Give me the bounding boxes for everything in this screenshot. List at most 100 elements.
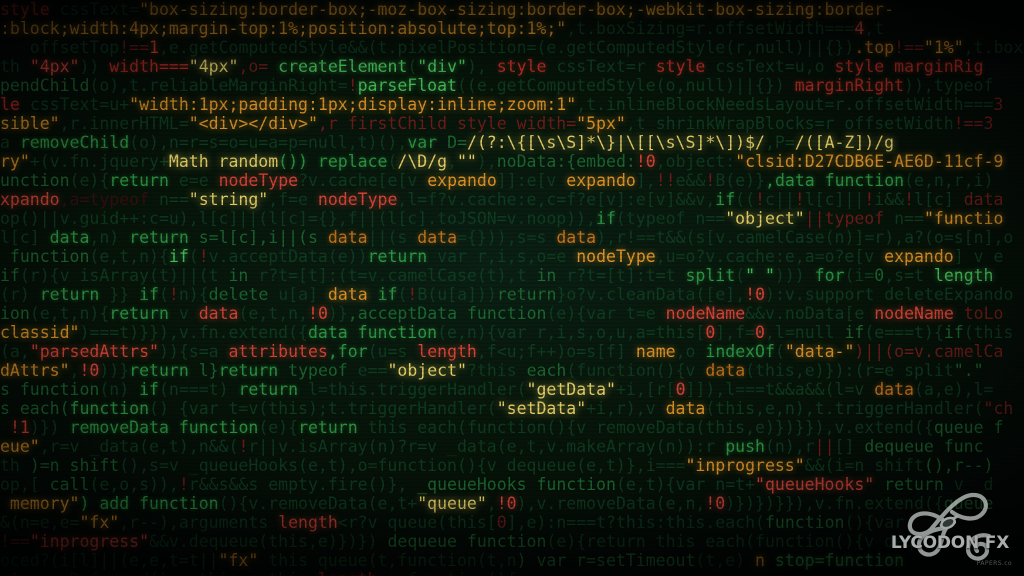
code-token: "4px" bbox=[29, 57, 80, 76]
code-token: )||(o=v.camelCa bbox=[854, 342, 1004, 361]
code-token: nodeType bbox=[308, 190, 398, 209]
code-token: "fx" bbox=[79, 513, 120, 532]
code-token: ! bbox=[347, 76, 358, 95]
code-line: op,[ call(e,o,s)),!r&&s&&s empty.fire()}… bbox=[0, 475, 1024, 494]
code-token: removeChild bbox=[19, 133, 130, 152]
code-token: createElement bbox=[268, 57, 408, 76]
code-token: if bbox=[168, 247, 189, 266]
code-line: !1)}) removeData function(e){return this… bbox=[0, 418, 1024, 437]
code-token: toLo bbox=[953, 304, 1004, 323]
code-line: offsetTop!==1,e.getComputedStyle&&(t.pix… bbox=[0, 38, 1024, 57]
code-text-layer: style cssText="box-sizing:border-box;-mo… bbox=[0, 0, 1024, 576]
code-token: )})})}}),v.fn.extend({ bbox=[725, 494, 944, 513]
code-token: v bbox=[178, 304, 199, 323]
code-token: data bbox=[327, 285, 368, 304]
code-token: style bbox=[0, 0, 50, 19]
code-token: "ch bbox=[983, 399, 1014, 418]
code-token: l[c] bbox=[0, 228, 50, 247]
code-token: if bbox=[943, 323, 964, 342]
code-token: "queueHooks" bbox=[755, 475, 875, 494]
code-line: th )=n shift(),s=v _queueHooks(e,t),o=fu… bbox=[0, 456, 1024, 475]
code-token: [] bbox=[834, 437, 865, 456]
code-token: (n) bbox=[99, 380, 140, 399]
code-token: return bbox=[218, 361, 289, 380]
code-token: !== bbox=[0, 532, 30, 551]
code-token: ,r--),arguments bbox=[119, 513, 279, 532]
code-line: memory") add function(){v.removeData(e,t… bbox=[0, 494, 1024, 513]
code-token: )),typeof bbox=[904, 76, 994, 95]
code-token: &&v.noData[e bbox=[745, 304, 865, 323]
code-token: "div" bbox=[417, 57, 467, 76]
code-token: ion bbox=[0, 304, 30, 323]
code-token: call bbox=[49, 475, 90, 494]
code-token: split bbox=[685, 266, 736, 285]
code-token: data bbox=[665, 399, 706, 418]
code-token: ,l=null bbox=[764, 323, 845, 342]
code-token: ( bbox=[397, 285, 408, 304]
code-line: style cssText="box-sizing:border-box;-mo… bbox=[0, 0, 1024, 19]
code-token: ,o= bbox=[238, 57, 269, 76]
code-token: r r,i,s,o,u,a=this[ bbox=[516, 323, 706, 342]
code-token: return bbox=[119, 228, 199, 247]
code-token: ry" bbox=[0, 152, 30, 171]
code-line: eue",r=v _data(e,t),n&&(!r||v.isArray(n)… bbox=[0, 437, 1024, 456]
code-token: &(n=e,e= bbox=[0, 513, 80, 532]
code-token: pendChild bbox=[0, 76, 90, 95]
code-token: (u=s bbox=[367, 342, 418, 361]
code-token: classid" bbox=[0, 323, 80, 342]
code-token: return bbox=[228, 380, 308, 399]
code-token: nodeType bbox=[208, 171, 299, 190]
code-token: ! bbox=[407, 285, 418, 304]
code-token: (typeof bbox=[615, 209, 686, 228]
code-token: ,o bbox=[675, 342, 706, 361]
code-token: &&v.dequeue(this,e)})}) bbox=[149, 532, 388, 551]
code-token: (){v dequeue(e,t)},i=== bbox=[456, 456, 686, 475]
code-token: "setData" bbox=[496, 399, 587, 418]
code-token: a bbox=[0, 133, 20, 152]
code-token: indexOf bbox=[705, 342, 775, 361]
code-line: xpando,a=typeof n=="string",f=e nodeType… bbox=[0, 190, 1024, 209]
code-token: if bbox=[596, 209, 616, 228]
code-token: return bbox=[874, 475, 954, 494]
code-token: }} bbox=[109, 285, 140, 304]
code-token: ] v e bbox=[953, 247, 1004, 266]
code-token: cssText=u+ bbox=[29, 95, 130, 114]
code-token: ) add function bbox=[79, 494, 219, 513]
code-token: 0 bbox=[496, 513, 507, 532]
code-token: Math random bbox=[168, 152, 279, 171]
code-token: (r){v isArray(t)||(t bbox=[19, 266, 229, 285]
code-token: "inprogress" bbox=[29, 532, 150, 551]
code-token: "inprogress" bbox=[685, 456, 805, 475]
code-token: B(e)} bbox=[715, 171, 766, 190]
code-token: 1 bbox=[149, 38, 159, 57]
code-token: "fx" bbox=[218, 551, 259, 570]
code-token: n){ bbox=[178, 285, 209, 304]
code-token: !! bbox=[655, 171, 676, 190]
code-token: r?t=[t]:(t=v.camelCase(t),t bbox=[248, 266, 537, 285]
code-token: (),s=v _queueHooks(e,t),o=function bbox=[119, 456, 457, 475]
code-token: marginRight bbox=[784, 76, 905, 95]
code-token: )}) bbox=[29, 418, 70, 437]
code-line: sible",r.innerHTML="<div></div>",r first… bbox=[0, 114, 1024, 133]
code-token: name bbox=[635, 342, 676, 361]
code-token: "width:1px;padding:1px;display:inline;zo… bbox=[129, 95, 577, 114]
code-token: "1%" bbox=[923, 38, 964, 57]
code-token: "functio bbox=[923, 209, 1004, 228]
code-line: oced?(i[l]||(e,e,t=t||"fx" this queue(t,… bbox=[0, 551, 1024, 570]
code-token: ! bbox=[198, 247, 209, 266]
code-token: ! bbox=[864, 190, 875, 209]
code-token: (){-- bbox=[487, 570, 537, 576]
code-line: &(n=e,e="fx",r--),arguments length<r?v q… bbox=[0, 513, 1024, 532]
code-token: 3 bbox=[983, 114, 994, 133]
code-token: +i,[r[ bbox=[615, 380, 676, 399]
code-token: ,data function bbox=[765, 171, 905, 190]
code-token: unction bbox=[0, 171, 70, 190]
code-token: nodeName bbox=[655, 304, 746, 323]
code-token: )===t)}}),v.fn.extend({ bbox=[79, 323, 308, 342]
code-token: ||typeof bbox=[804, 209, 885, 228]
code-token: cssText=r bbox=[546, 57, 646, 76]
code-line: l[c] data,n) return s=l[c],i||(s data||(… bbox=[0, 228, 1024, 247]
code-token: ( bbox=[387, 152, 398, 171]
code-token: this queue(t,function(t,n bbox=[258, 551, 517, 570]
